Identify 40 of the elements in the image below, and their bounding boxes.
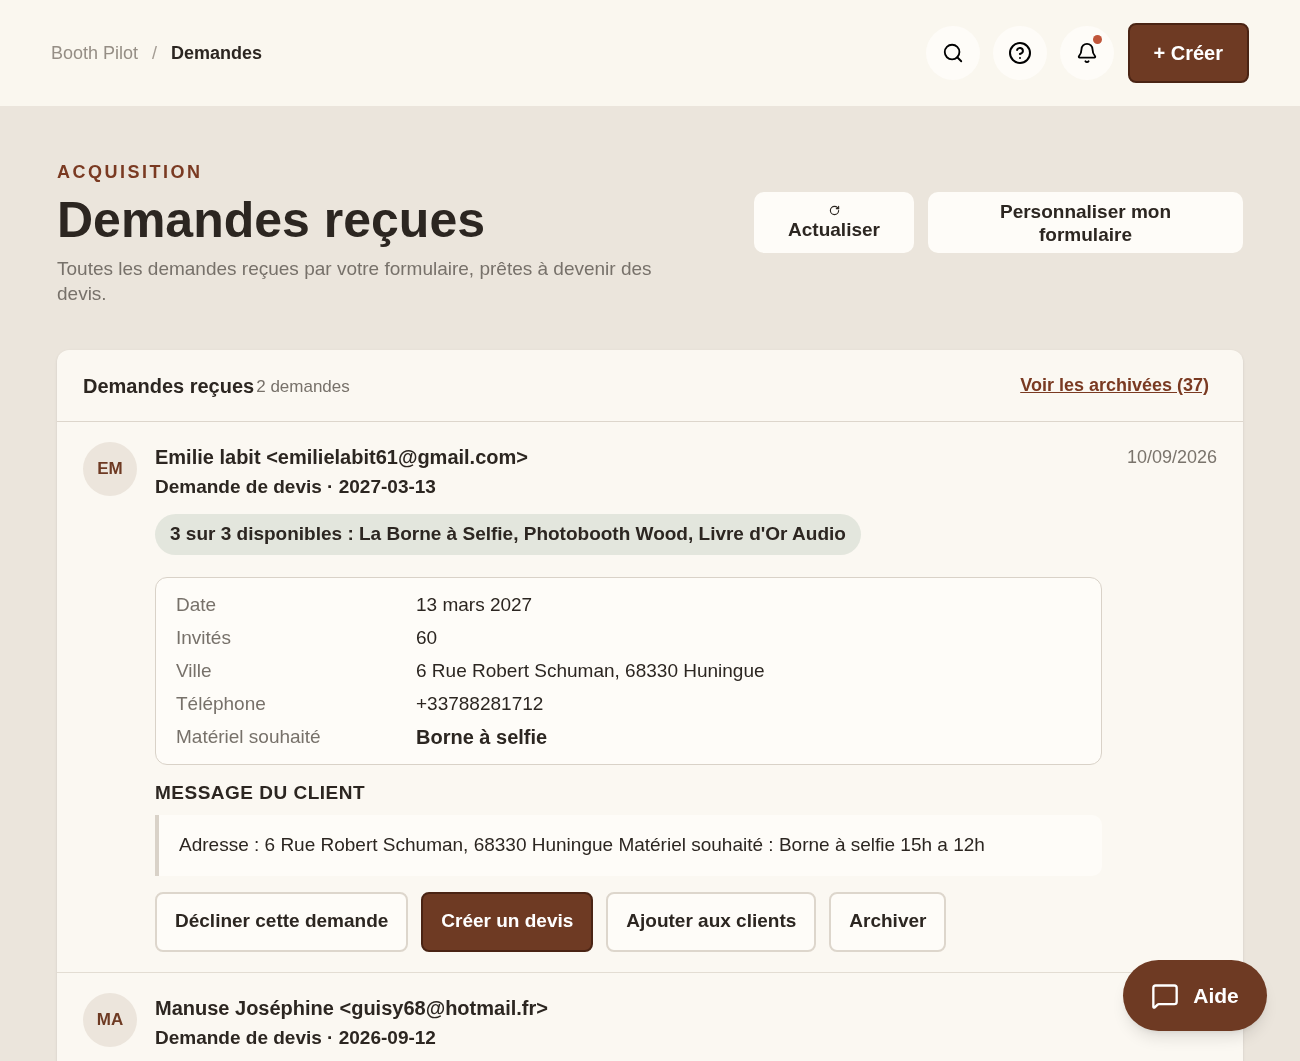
request-subtitle: Demande de devis · 2027-03-13 — [155, 475, 437, 499]
detail-label: Date — [176, 592, 218, 617]
request-subtitle: Demande de devis · 2026-09-12 — [155, 1025, 437, 1050]
detail-label: Invités — [176, 625, 232, 650]
breadcrumb-link[interactable]: Demandes — [171, 39, 263, 67]
bell-icon — [1075, 42, 1098, 64]
action-button[interactable]: Décliner cette demande — [155, 891, 409, 952]
panel-title: Demandes reçues — [83, 373, 255, 399]
action-button[interactable]: Archiver — [829, 891, 947, 952]
detail-value: 60 — [416, 625, 439, 650]
requester-name: Emilie labit <emilielabit61@gmail.com> — [155, 445, 529, 470]
archive-link[interactable]: Voir les archivées (37) — [1020, 372, 1209, 399]
create-button[interactable]: + Créer — [1127, 23, 1249, 83]
detail-value: Borne à selfie — [416, 724, 549, 750]
requester-name: Manuse Joséphine <guisy68@hotmail.fr> — [155, 995, 549, 1021]
detail-label: Téléphone — [176, 691, 267, 716]
eyebrow-label: ACQUISITION — [57, 161, 204, 184]
detail-value: 6 Rue Robert Schuman, 68330 Huningue — [416, 658, 766, 683]
help-chat-button[interactable]: Aide — [1123, 960, 1267, 1031]
availability-badge: 3 sur 3 disponibles : La Borne à Selfie, Photobooth Wood, Livre d'Or Audio — [155, 514, 861, 555]
search-icon — [941, 42, 964, 64]
customize-form-button[interactable]: Personnaliser mon formulaire — [928, 192, 1243, 253]
page-title: Demandes reçues — [57, 191, 486, 250]
request-date: 10/09/2026 — [1126, 446, 1217, 469]
page-subtitle: Toutes les demandes reçues par votre formulaire, prêtes à devenir des devis. — [57, 257, 653, 306]
client-message: Adresse : 6 Rue Robert Schuman, 68330 Huningue Matériel souhaité : Borne à selfie 15h a 12h — [155, 815, 1102, 876]
request-count: 2 demandes — [256, 375, 350, 398]
detail-value: 13 mars 2027 — [416, 592, 534, 617]
detail-label: Matériel souhaité — [176, 724, 322, 749]
create-quote-button[interactable]: Créer un devis — [421, 891, 594, 952]
refresh-icon — [828, 204, 840, 216]
breadcrumb-separator: / — [152, 41, 158, 65]
refresh-button[interactable]: Actualiser — [754, 192, 914, 253]
detail-label: Ville — [176, 658, 213, 683]
action-button[interactable]: Ajouter aux clients — [606, 891, 817, 952]
avatar: EM — [83, 442, 137, 496]
help-icon — [1007, 41, 1032, 65]
message-heading: MESSAGE DU CLIENT — [155, 780, 367, 805]
detail-value: +33788281712 — [416, 691, 545, 716]
avatar: MA — [83, 992, 137, 1047]
